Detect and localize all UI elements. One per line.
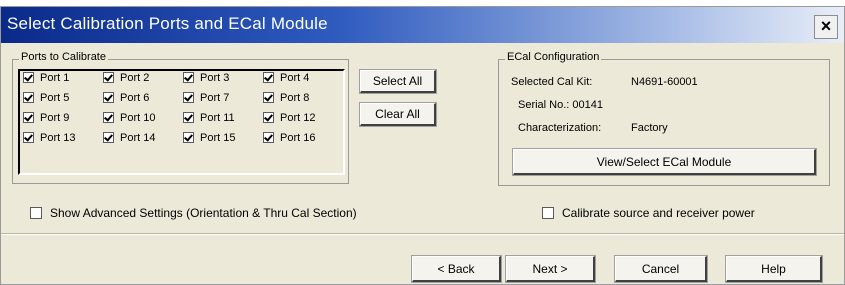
next-button[interactable]: Next > bbox=[505, 255, 596, 283]
port-checkbox-item[interactable]: Port 5 bbox=[23, 90, 103, 105]
port-checkbox[interactable] bbox=[103, 132, 114, 143]
selected-cal-kit-value: N4691-60001 bbox=[631, 76, 698, 88]
port-label: Port 13 bbox=[40, 131, 76, 144]
ports-group-legend: Ports to Calibrate bbox=[19, 51, 108, 63]
port-label: Port 2 bbox=[120, 71, 150, 84]
port-checkbox[interactable] bbox=[263, 112, 274, 123]
port-checkbox-item[interactable]: Port 3 bbox=[183, 70, 263, 85]
port-checkbox-item[interactable]: Port 15 bbox=[183, 130, 263, 145]
back-button[interactable]: < Back bbox=[411, 255, 502, 283]
port-checkbox[interactable] bbox=[103, 92, 114, 103]
port-label: Port 11 bbox=[200, 111, 235, 124]
port-label: Port 10 bbox=[120, 111, 156, 124]
show-advanced-checkbox[interactable] bbox=[30, 207, 42, 219]
port-label: Port 16 bbox=[280, 131, 316, 144]
port-checkbox[interactable] bbox=[263, 92, 274, 103]
calibrate-power-label: Calibrate source and receiver power bbox=[562, 206, 755, 220]
ecal-group-legend: ECal Configuration bbox=[505, 51, 602, 63]
port-checkbox-item[interactable]: Port 12 bbox=[263, 110, 343, 125]
port-checkbox-item[interactable]: Port 7 bbox=[183, 90, 263, 105]
port-label: Port 7 bbox=[200, 91, 230, 104]
calibrate-power-checkbox[interactable] bbox=[542, 207, 554, 219]
selected-cal-kit-label: Selected Cal Kit: bbox=[511, 76, 593, 88]
port-label: Port 8 bbox=[280, 91, 310, 104]
port-checkbox-item[interactable]: Port 8 bbox=[263, 90, 343, 105]
port-label: Port 9 bbox=[40, 111, 70, 124]
close-button[interactable]: × bbox=[814, 15, 838, 39]
clear-all-button[interactable]: Clear All bbox=[359, 102, 437, 127]
help-button[interactable]: Help bbox=[725, 255, 823, 283]
port-checkbox[interactable] bbox=[183, 92, 194, 103]
port-checkbox[interactable] bbox=[263, 132, 274, 143]
view-select-ecal-button[interactable]: View/Select ECal Module bbox=[512, 148, 817, 176]
port-label: Port 4 bbox=[280, 71, 310, 84]
port-label: Port 12 bbox=[280, 111, 316, 124]
port-checkbox[interactable] bbox=[183, 132, 194, 143]
characterization-label: Characterization: bbox=[518, 122, 602, 134]
port-checkbox-grid: Port 1 Port 2 Port 3 Port 4 Port 5 Port 6 Port… bbox=[23, 70, 343, 145]
port-checkbox[interactable] bbox=[263, 72, 274, 83]
port-checkbox-item[interactable]: Port 13 bbox=[23, 130, 103, 145]
calibrate-power-option[interactable]: Calibrate source and receiver power bbox=[542, 206, 755, 220]
port-checkbox-item[interactable]: Port 6 bbox=[103, 90, 183, 105]
cancel-button[interactable]: Cancel bbox=[614, 255, 708, 283]
port-checkbox[interactable] bbox=[23, 92, 34, 103]
port-checkbox-item[interactable]: Port 11 bbox=[183, 110, 263, 125]
port-label: Port 5 bbox=[40, 91, 70, 104]
title-bar: Select Calibration Ports and ECal Module… bbox=[1, 7, 844, 43]
port-label: Port 15 bbox=[200, 131, 236, 144]
port-checkbox[interactable] bbox=[23, 132, 34, 143]
port-label: Port 3 bbox=[200, 71, 230, 84]
port-checkbox-item[interactable]: Port 9 bbox=[23, 110, 103, 125]
show-advanced-settings-option[interactable]: Show Advanced Settings (Orientation & Th… bbox=[30, 206, 357, 220]
calibration-dialog: Select Calibration Ports and ECal Module… bbox=[0, 6, 845, 285]
port-checkbox-item[interactable]: Port 10 bbox=[103, 110, 183, 125]
port-label: Port 6 bbox=[120, 91, 150, 104]
port-label: Port 14 bbox=[120, 131, 156, 144]
show-advanced-label: Show Advanced Settings (Orientation & Th… bbox=[50, 206, 357, 220]
footer-separator bbox=[1, 233, 844, 235]
port-checkbox[interactable] bbox=[23, 72, 34, 83]
port-checkbox-item[interactable]: Port 2 bbox=[103, 70, 183, 85]
select-all-button[interactable]: Select All bbox=[359, 69, 437, 94]
port-checkbox[interactable] bbox=[103, 112, 114, 123]
port-checkbox[interactable] bbox=[183, 112, 194, 123]
port-label: Port 1 bbox=[40, 71, 70, 84]
serial-number-label: Serial No.: 00141 bbox=[518, 99, 603, 111]
port-checkbox-item[interactable]: Port 16 bbox=[263, 130, 343, 145]
port-checkbox[interactable] bbox=[183, 72, 194, 83]
port-checkbox[interactable] bbox=[103, 72, 114, 83]
port-checkbox-item[interactable]: Port 14 bbox=[103, 130, 183, 145]
port-checkbox-item[interactable]: Port 1 bbox=[23, 70, 103, 85]
characterization-value: Factory bbox=[631, 122, 668, 134]
port-checkbox-item[interactable]: Port 4 bbox=[263, 70, 343, 85]
port-checkbox[interactable] bbox=[23, 112, 34, 123]
dialog-title: Select Calibration Ports and ECal Module bbox=[7, 14, 328, 33]
